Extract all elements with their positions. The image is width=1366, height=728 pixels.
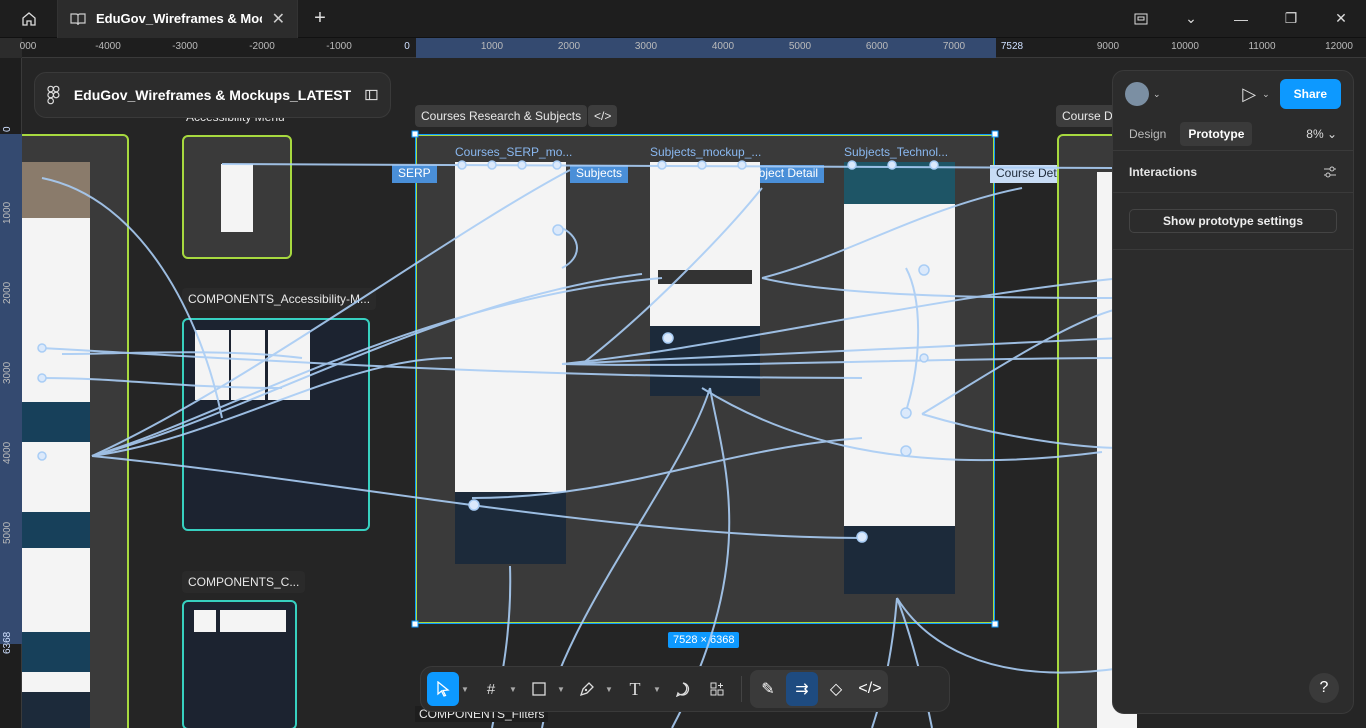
file-name[interactable]: EduGov_Wireframes & Mockups_LATEST <box>74 87 351 103</box>
present-play-icon[interactable]: ▷ <box>1242 84 1256 105</box>
ruler-tick: 3000 <box>634 41 658 52</box>
component-mode-icon[interactable]: ◇ <box>820 672 852 706</box>
pen-tool[interactable] <box>571 672 603 706</box>
comment-tool[interactable] <box>667 672 699 706</box>
ruler-tick: 9000 <box>1096 41 1120 52</box>
close-tab-icon[interactable]: ✕ <box>272 9 285 29</box>
chevron-down-icon[interactable]: ▼ <box>557 685 569 694</box>
ruler-vertical: 0 1000 2000 3000 4000 5000 6368 <box>0 58 22 728</box>
ruler-tick: 7000 <box>942 41 966 52</box>
minimize-icon[interactable]: — <box>1216 0 1266 38</box>
chevron-down-icon[interactable]: ⌄ <box>1166 0 1216 38</box>
ruler-tick: 1000 <box>480 41 504 52</box>
tab-title: EduGov_Wireframes & Mockups_L <box>96 11 262 26</box>
new-tab-button[interactable]: + <box>298 7 342 30</box>
pen-icon <box>571 672 603 706</box>
help-button[interactable]: ? <box>1309 673 1339 703</box>
tab-prototype[interactable]: Prototype <box>1180 121 1253 146</box>
chevron-down-icon[interactable]: ⌄ <box>1153 89 1161 100</box>
chevron-down-icon[interactable]: ⌄ <box>1262 89 1270 100</box>
ruler-tick: -4000 <box>95 41 121 52</box>
home-icon <box>21 11 36 26</box>
ruler-tick: -2000 <box>249 41 275 52</box>
tab-design[interactable]: Design <box>1121 122 1174 146</box>
shape-tool[interactable] <box>523 672 555 706</box>
chevron-down-icon[interactable]: ▼ <box>509 685 521 694</box>
sidebar-panel-icon[interactable] <box>365 89 378 101</box>
prototype-mode-icon[interactable]: ⇉ <box>786 672 818 706</box>
panel-header: ⌄ ▷ ⌄ Share <box>1113 71 1353 117</box>
title-bar: EduGov_Wireframes & Mockups_L ✕ + ⌄ — ❐ … <box>0 0 1366 38</box>
sidebar-toggle-icon[interactable] <box>1116 0 1166 38</box>
avatar[interactable] <box>1125 82 1149 106</box>
file-tab[interactable]: EduGov_Wireframes & Mockups_L ✕ <box>58 0 298 38</box>
ruler-horizontal: 000 -4000 -3000 -2000 -1000 0 1000 2000 … <box>19 38 1366 58</box>
file-bar: EduGov_Wireframes & Mockups_LATEST <box>34 72 391 118</box>
restore-icon[interactable]: ❐ <box>1266 0 1316 38</box>
ruler-tick: 7528 <box>1000 41 1024 52</box>
ruler-tick: -3000 <box>172 41 198 52</box>
ruler-tick: 12000 <box>1325 41 1353 52</box>
ruler-tick: 2000 <box>2 281 13 304</box>
dev-mode-icon[interactable]: </> <box>854 672 886 706</box>
ruler-tick: 1000 <box>2 201 13 224</box>
text-icon: T <box>629 678 641 699</box>
chevron-down-icon[interactable]: ▼ <box>461 685 473 694</box>
move-tool[interactable] <box>427 672 459 706</box>
figma-app: EduGov_Wireframes & Mockups_L ✕ + ⌄ — ❐ … <box>0 0 1366 728</box>
zoom-level[interactable]: 8% ⌄ <box>1306 127 1345 141</box>
draw-mode-icon[interactable]: ✎ <box>752 672 784 706</box>
book-icon <box>70 12 86 25</box>
interactions-settings-icon[interactable] <box>1323 165 1337 179</box>
ruler-tick: 0 <box>2 126 13 132</box>
interactions-section: Interactions <box>1113 151 1353 193</box>
comment-icon <box>667 672 699 706</box>
home-button[interactable] <box>0 0 58 38</box>
close-window-icon[interactable]: ✕ <box>1316 0 1366 38</box>
ruler-tick: 3000 <box>2 361 13 384</box>
window-controls: ⌄ — ❐ ✕ <box>1116 0 1366 38</box>
toolbar-divider <box>741 676 742 702</box>
actions-tool[interactable] <box>701 672 733 706</box>
prototype-settings-section: Show prototype settings <box>1113 209 1353 250</box>
zoom-value: 8% <box>1306 126 1324 141</box>
properties-panel: ⌄ ▷ ⌄ Share Design Prototype 8% ⌄ Intera… <box>1112 70 1354 714</box>
frame-icon: # <box>486 680 496 698</box>
show-prototype-settings-button[interactable]: Show prototype settings <box>1129 209 1337 233</box>
text-tool[interactable]: T <box>619 672 651 706</box>
share-button[interactable]: Share <box>1279 79 1341 109</box>
chevron-down-icon[interactable]: ▼ <box>653 685 665 694</box>
ruler-tick: 0 <box>404 41 410 52</box>
frame-tool[interactable]: # <box>475 672 507 706</box>
interactions-label: Interactions <box>1129 164 1198 179</box>
ruler-tick: 5000 <box>788 41 812 52</box>
mode-switcher: ✎ ⇉ ◇ </> <box>750 670 888 708</box>
ruler-tick: 11000 <box>1248 41 1276 52</box>
ruler-tick: 10000 <box>1171 41 1199 52</box>
ruler-tick: 4000 <box>711 41 735 52</box>
panel-tabs: Design Prototype 8% ⌄ <box>1113 117 1353 151</box>
ruler-tick: 6000 <box>865 41 889 52</box>
bottom-toolbar: ▼ # ▼ ▼ ▼ T ▼ ✎ ⇉ ◇ </> <box>420 666 950 712</box>
ruler-tick: 4000 <box>2 441 13 464</box>
ruler-tick: 6368 <box>2 631 13 654</box>
ruler-tick: 000 <box>19 41 37 52</box>
ruler-tick: -1000 <box>326 41 352 52</box>
chevron-down-icon[interactable]: ▼ <box>605 685 617 694</box>
ruler-tick: 2000 <box>557 41 581 52</box>
actions-icon <box>701 672 733 706</box>
rectangle-icon <box>523 672 555 706</box>
figma-logo-icon[interactable] <box>47 85 60 105</box>
ruler-tick: 5000 <box>2 521 13 544</box>
cursor-icon <box>427 672 459 706</box>
